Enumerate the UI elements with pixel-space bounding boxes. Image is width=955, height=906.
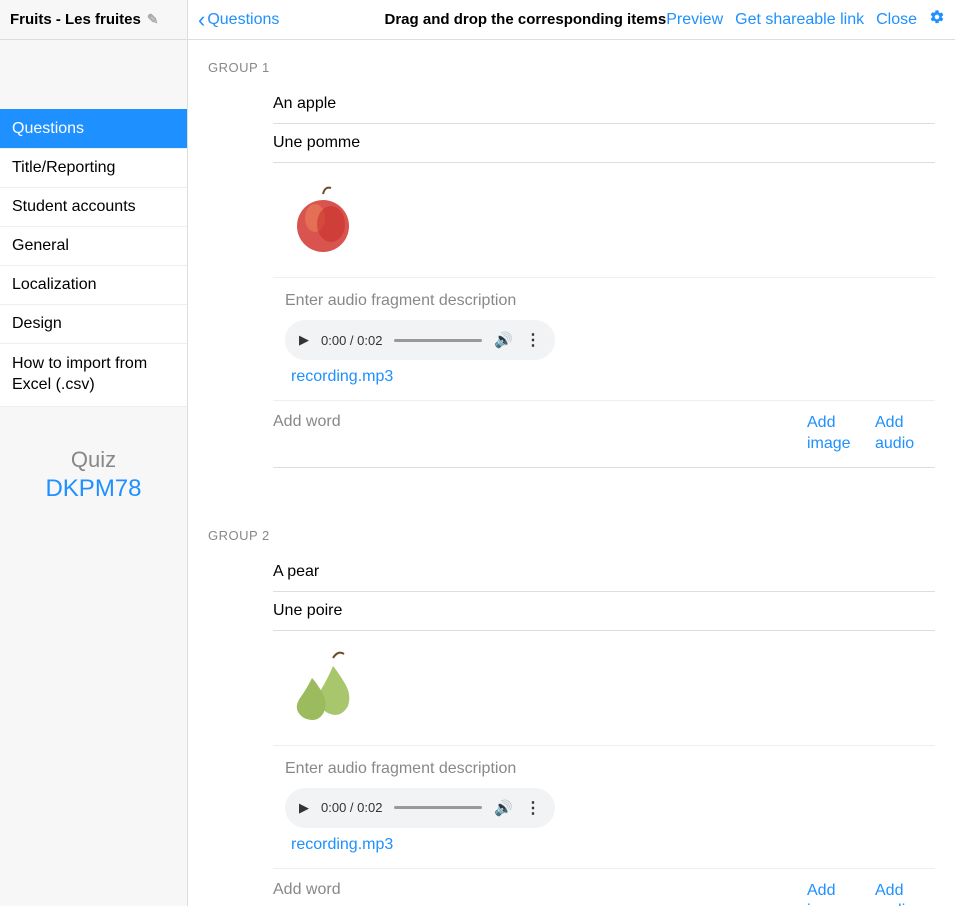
audio-row: Enter audio fragment description ▶ 0:00 … bbox=[273, 278, 935, 401]
audio-progress-track[interactable] bbox=[394, 339, 482, 342]
main: ‹ Questions Drag and drop the correspond… bbox=[188, 0, 955, 906]
sidebar-item-label: Localization bbox=[12, 276, 97, 293]
content: GROUP 1 An apple Une pomme Enter audio bbox=[188, 40, 955, 906]
audio-file-link[interactable]: recording.mp3 bbox=[291, 836, 935, 854]
sidebar-item-label: General bbox=[12, 237, 69, 254]
quiz-code-block: Quiz DKPM78 bbox=[0, 447, 187, 503]
close-button[interactable]: Close bbox=[876, 11, 917, 29]
sidebar-item-label: How to import from Excel (.csv) bbox=[12, 355, 147, 393]
audio-description-input[interactable]: Enter audio fragment description bbox=[285, 292, 935, 310]
preview-button[interactable]: Preview bbox=[666, 11, 723, 29]
play-icon[interactable]: ▶ bbox=[299, 332, 309, 348]
image-row[interactable] bbox=[273, 631, 935, 746]
add-audio-button[interactable]: Add audio bbox=[875, 881, 935, 906]
sidebar-item-label: Design bbox=[12, 315, 62, 332]
back-label: Questions bbox=[207, 11, 279, 29]
quiz-code[interactable]: DKPM78 bbox=[0, 475, 187, 503]
sidebar-item-label: Student accounts bbox=[12, 198, 136, 215]
audio-player: ▶ 0:00 / 0:02 🔊 ⋮ bbox=[285, 320, 555, 360]
sidebar-item-label: Title/Reporting bbox=[12, 159, 115, 176]
chevron-left-icon: ‹ bbox=[198, 9, 205, 31]
quiz-title: Fruits - Les fruites bbox=[10, 11, 141, 28]
word-text: Une pomme bbox=[273, 134, 360, 151]
edit-title-icon[interactable]: ✎ bbox=[147, 11, 159, 28]
sidebar-item-student-accounts[interactable]: Student accounts bbox=[0, 187, 187, 227]
add-audio-button[interactable]: Add audio bbox=[875, 413, 935, 455]
group-2: GROUP 2 A pear Une poire Enter audio fra… bbox=[208, 528, 935, 906]
sidebar-item-design[interactable]: Design bbox=[0, 304, 187, 344]
sidebar-header: Fruits - Les fruites ✎ bbox=[0, 0, 187, 40]
group-image-apple bbox=[273, 175, 373, 265]
word-text: A pear bbox=[273, 563, 319, 580]
sidebar-item-general[interactable]: General bbox=[0, 226, 187, 266]
actions-row: Add word Add image Add audio bbox=[273, 401, 935, 468]
audio-progress-track[interactable] bbox=[394, 806, 482, 809]
add-word-input[interactable]: Add word bbox=[273, 881, 799, 899]
share-link-button[interactable]: Get shareable link bbox=[735, 11, 864, 29]
quiz-label: Quiz bbox=[0, 447, 187, 473]
audio-menu-icon[interactable]: ⋮ bbox=[525, 798, 541, 818]
word-row[interactable]: Une pomme bbox=[273, 124, 935, 163]
word-text: Une poire bbox=[273, 602, 342, 619]
sidebar-item-localization[interactable]: Localization bbox=[0, 265, 187, 305]
word-text: An apple bbox=[273, 95, 336, 112]
group-image-pear bbox=[273, 643, 373, 733]
sidebar-item-import-excel[interactable]: How to import from Excel (.csv) bbox=[0, 343, 187, 407]
word-row[interactable]: A pear bbox=[273, 553, 935, 592]
sidebar: Fruits - Les fruites ✎ Questions Title/R… bbox=[0, 0, 188, 906]
audio-menu-icon[interactable]: ⋮ bbox=[525, 330, 541, 350]
gear-icon[interactable] bbox=[929, 9, 945, 30]
actions-row: Add word Add image Add audio bbox=[273, 869, 935, 906]
group-divider bbox=[208, 468, 935, 508]
topbar-actions: Preview Get shareable link Close bbox=[666, 9, 945, 30]
add-image-button[interactable]: Add image bbox=[807, 881, 867, 906]
group-title: GROUP 1 bbox=[208, 60, 935, 75]
sidebar-item-label: Questions bbox=[12, 120, 84, 137]
group-title: GROUP 2 bbox=[208, 528, 935, 543]
word-row[interactable]: Une poire bbox=[273, 592, 935, 631]
sidebar-nav: Questions Title/Reporting Student accoun… bbox=[0, 110, 187, 407]
volume-icon[interactable]: 🔊 bbox=[494, 799, 513, 817]
audio-time: 0:00 / 0:02 bbox=[321, 333, 382, 348]
audio-time: 0:00 / 0:02 bbox=[321, 800, 382, 815]
add-image-button[interactable]: Add image bbox=[807, 413, 867, 455]
audio-player: ▶ 0:00 / 0:02 🔊 ⋮ bbox=[285, 788, 555, 828]
play-icon[interactable]: ▶ bbox=[299, 800, 309, 816]
audio-description-input[interactable]: Enter audio fragment description bbox=[285, 760, 935, 778]
audio-row: Enter audio fragment description ▶ 0:00 … bbox=[273, 746, 935, 869]
sidebar-item-title-reporting[interactable]: Title/Reporting bbox=[0, 148, 187, 188]
image-row[interactable] bbox=[273, 163, 935, 278]
back-button[interactable]: ‹ Questions bbox=[198, 9, 279, 31]
page-title: Drag and drop the corresponding items bbox=[385, 11, 667, 28]
word-row[interactable]: An apple bbox=[273, 85, 935, 124]
group-1: GROUP 1 An apple Une pomme Enter audio bbox=[208, 60, 935, 468]
audio-file-link[interactable]: recording.mp3 bbox=[291, 368, 935, 386]
sidebar-item-questions[interactable]: Questions bbox=[0, 109, 187, 149]
volume-icon[interactable]: 🔊 bbox=[494, 331, 513, 349]
add-word-input[interactable]: Add word bbox=[273, 413, 799, 431]
topbar: ‹ Questions Drag and drop the correspond… bbox=[188, 0, 955, 40]
